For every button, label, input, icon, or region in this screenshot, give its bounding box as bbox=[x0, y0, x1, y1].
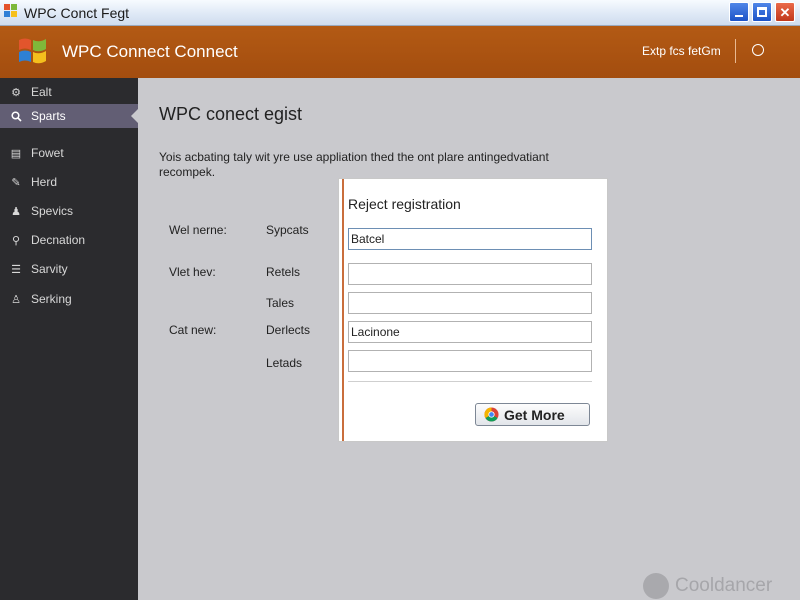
page-description: Yois acbating taly wit yre use appliatio… bbox=[159, 150, 549, 179]
watermark-text: Cooldancer bbox=[675, 575, 773, 596]
registration-field-4[interactable] bbox=[348, 321, 592, 343]
header-divider bbox=[735, 39, 736, 63]
app-icon bbox=[4, 4, 17, 17]
sidebar: ⚙ Ealt Sparts ▤ Fowet ✎ Herd ♟ Spevics ⚲… bbox=[0, 78, 138, 600]
pen-icon: ✎ bbox=[11, 176, 21, 189]
settings-icon: ⚙ bbox=[11, 86, 21, 99]
person-icon: ♙ bbox=[11, 293, 21, 306]
field-label: Cat new: bbox=[169, 323, 217, 337]
document-icon: ▤ bbox=[10, 147, 22, 160]
get-more-button[interactable]: Get More bbox=[475, 403, 590, 426]
sidebar-item-label: Fowet bbox=[31, 146, 64, 160]
windows-logo-icon bbox=[19, 38, 46, 64]
circle-icon[interactable] bbox=[752, 44, 764, 56]
registration-field-5[interactable] bbox=[348, 350, 592, 372]
sidebar-item-fowet[interactable]: ▤ Fowet bbox=[0, 141, 138, 165]
sidebar-item-ealt[interactable]: ⚙ Ealt bbox=[0, 80, 138, 104]
window-title-bar[interactable]: WPC Conct Fegt ✕ bbox=[0, 0, 800, 26]
field-label: Retels bbox=[266, 265, 301, 279]
registration-field-1[interactable] bbox=[348, 228, 592, 250]
sidebar-item-label: Spevics bbox=[31, 204, 74, 218]
reject-registration-dialog: Reject registration Get More bbox=[338, 178, 608, 442]
dialog-accent-bar bbox=[342, 179, 344, 441]
sidebar-item-serking[interactable]: ♙ Serking bbox=[0, 287, 138, 311]
maximize-button[interactable] bbox=[752, 2, 772, 22]
dialog-title: Reject registration bbox=[348, 196, 461, 212]
get-more-label: Get More bbox=[504, 406, 565, 423]
window-title: WPC Conct Fegt bbox=[24, 5, 130, 21]
sidebar-item-herd[interactable]: ✎ Herd bbox=[0, 170, 138, 194]
page-title: WPC conect egist bbox=[159, 104, 303, 124]
sidebar-item-label: Sparts bbox=[31, 109, 66, 123]
sidebar-item-spevics[interactable]: ♟ Spevics bbox=[0, 199, 138, 223]
header-link[interactable]: Extp fcs fetGm bbox=[642, 44, 721, 58]
list-icon: ☰ bbox=[11, 263, 21, 276]
sidebar-item-label: Decnation bbox=[31, 233, 86, 247]
field-label: Sypcats bbox=[266, 223, 309, 237]
registration-field-2[interactable] bbox=[348, 263, 592, 285]
people-icon: ♟ bbox=[11, 205, 21, 218]
close-icon: ✕ bbox=[779, 4, 791, 20]
app-title: WPC Connect Connect bbox=[62, 42, 238, 61]
sidebar-item-label: Serking bbox=[31, 292, 72, 306]
sidebar-item-decnation[interactable]: ⚲ Decnation bbox=[0, 228, 138, 252]
app-header: WPC Connect Connect Extp fcs fetGm bbox=[0, 26, 800, 78]
search-icon bbox=[9, 109, 23, 123]
maximize-icon bbox=[757, 7, 767, 17]
sidebar-item-label: Herd bbox=[31, 175, 58, 189]
field-label: Letads bbox=[266, 356, 303, 370]
watermark: Cooldancer bbox=[643, 573, 772, 599]
minimize-button[interactable] bbox=[729, 2, 749, 22]
wrench-icon: ⚲ bbox=[11, 234, 21, 247]
sidebar-item-sparts[interactable]: Sparts bbox=[0, 104, 138, 128]
field-label: Vlet hev: bbox=[169, 265, 216, 279]
registration-field-3[interactable] bbox=[348, 292, 592, 314]
sidebar-item-label: Ealt bbox=[31, 85, 52, 99]
field-label: Tales bbox=[266, 296, 295, 310]
field-label: Wel nerne: bbox=[169, 223, 227, 237]
watermark-logo-icon bbox=[643, 573, 669, 599]
sidebar-item-sarvity[interactable]: ☰ Sarvity bbox=[0, 257, 138, 281]
field-label: Derlects bbox=[266, 323, 311, 337]
close-button[interactable]: ✕ bbox=[775, 2, 795, 22]
dialog-divider bbox=[348, 381, 592, 382]
chrome-icon bbox=[484, 407, 499, 422]
sidebar-item-label: Sarvity bbox=[31, 262, 68, 276]
minimize-icon bbox=[735, 15, 743, 17]
